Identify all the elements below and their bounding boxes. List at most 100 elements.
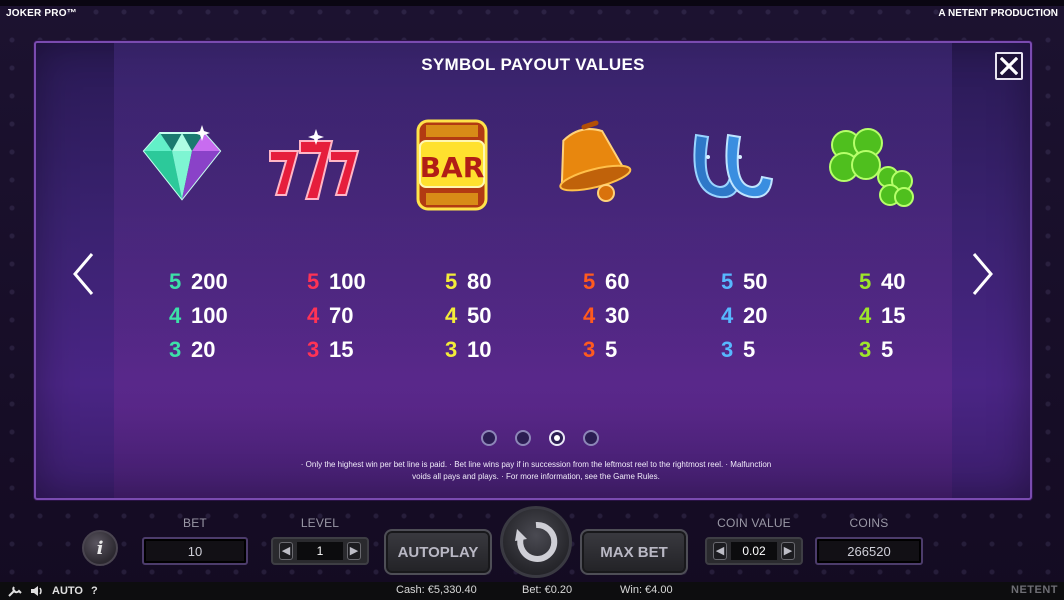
payout-column: 5 200 4 100 3 20: [169, 265, 269, 367]
paytable-panel: SYMBOL PAYOUT VALUES BAR 5 200 4 100 3 2…: [34, 41, 1032, 500]
symbol-count: 3: [583, 337, 596, 362]
payout-row: 5 60: [583, 265, 683, 299]
payout-column: 5 60 4 30 3 5: [583, 265, 683, 367]
paytable-title: SYMBOL PAYOUT VALUES: [421, 55, 645, 74]
symbol-count: 4: [307, 303, 320, 328]
game-screen: JOKER PRO™ A NETENT PRODUCTION SYMBOL PA…: [0, 0, 1064, 600]
payout-column: 5 50 4 20 3 5: [721, 265, 821, 367]
payout-value: 60: [605, 269, 630, 294]
producer-credit: A NETENT PRODUCTION: [938, 8, 1058, 19]
payout-row: 5 80: [445, 265, 545, 299]
payout-row: 35: [583, 333, 683, 367]
level-value: 1: [297, 542, 343, 560]
payout-row: 4 20: [721, 299, 821, 333]
symbol-count: 4: [169, 303, 182, 328]
coin-value-stepper: ◀ 0.02 ▶: [705, 537, 803, 565]
payout-row: 35: [859, 333, 959, 367]
spin-icon: [515, 521, 558, 562]
bell-icon: [559, 120, 632, 202]
cash-display: Cash: €5,330.40: [396, 584, 477, 596]
payout-row: 3 15: [307, 333, 407, 367]
coin-value-label: COIN VALUE: [717, 516, 791, 530]
footnote-line: · Only the highest win per bet line is p…: [300, 460, 772, 469]
max-bet-button[interactable]: MAX BET: [580, 529, 688, 575]
payout-value: 5: [881, 337, 894, 362]
page-dot[interactable]: [481, 430, 497, 446]
payout-value: 40: [881, 269, 906, 294]
help-button[interactable]: ?: [91, 585, 98, 597]
coins-value: 266520: [847, 543, 891, 559]
page-indicator: [481, 430, 601, 450]
level-increase-button[interactable]: ▶: [347, 542, 361, 560]
status-bar-tools: AUTO ?: [8, 584, 98, 598]
payout-value: 20: [743, 303, 768, 328]
diamond-icon: [142, 125, 222, 201]
spin-button[interactable]: [500, 506, 572, 578]
payout-row: 35: [721, 333, 821, 367]
coin-value: 0.02: [731, 542, 777, 560]
info-button[interactable]: i: [82, 530, 118, 566]
symbol-count: 4: [859, 303, 872, 328]
payout-value: 50: [467, 303, 492, 328]
payout-row: 5 100: [307, 265, 407, 299]
payout-value: 5: [605, 337, 618, 362]
symbol-count: 5: [583, 269, 596, 294]
symbol-count: 5: [859, 269, 872, 294]
horseshoe-icon: [693, 133, 774, 199]
triple-seven-icon: [269, 129, 360, 200]
payout-value: 70: [329, 303, 354, 328]
previous-page-button[interactable]: [70, 251, 96, 297]
coin-value-increase-button[interactable]: ▶: [781, 542, 795, 560]
payout-row: 4 50: [445, 299, 545, 333]
payout-row: 4 100: [169, 299, 269, 333]
symbol-count: 3: [721, 337, 734, 362]
info-icon: i: [96, 537, 104, 559]
payout-row: 3 20: [169, 333, 269, 367]
settings-icon[interactable]: [8, 585, 22, 597]
level-decrease-button[interactable]: ◀: [279, 542, 293, 560]
status-bar: AUTO ? Cash: €5,330.40 Bet: €0.20 Win: €…: [0, 582, 1064, 600]
symbol-count: 3: [445, 337, 458, 362]
symbol-count: 3: [307, 337, 320, 362]
page-dot[interactable]: [549, 430, 565, 446]
sound-icon[interactable]: [30, 585, 44, 597]
bet-label: BET: [183, 516, 207, 530]
payout-value: 100: [191, 303, 228, 328]
bet-display: Bet: €0.20: [522, 584, 573, 596]
win-display: Win: €4.00: [620, 584, 673, 596]
autoplay-button[interactable]: AUTOPLAY: [384, 529, 492, 575]
footnote-line: voids all pays and plays. · For more inf…: [412, 472, 660, 481]
payout-value: 20: [191, 337, 216, 362]
symbol-count: 5: [307, 269, 320, 294]
payout-value: 100: [329, 269, 366, 294]
bet-value-display: 10: [142, 537, 248, 565]
symbol-count: 5: [721, 269, 734, 294]
symbol-count: 3: [169, 337, 182, 362]
paytable-footnote: · Only the highest win per bet line is p…: [216, 459, 856, 483]
close-button[interactable]: [995, 52, 1023, 80]
symbol-count: 3: [859, 337, 872, 362]
symbol-count: 5: [169, 269, 182, 294]
auto-button[interactable]: AUTO: [52, 585, 83, 597]
symbol-count: 5: [445, 269, 458, 294]
payout-value: 5: [743, 337, 756, 362]
game-title: JOKER PRO™: [6, 8, 77, 19]
symbol-count: 4: [445, 303, 458, 328]
clover-icon: [829, 128, 914, 207]
next-page-button[interactable]: [970, 251, 996, 297]
payout-row: 3 10: [445, 333, 545, 367]
coin-value-decrease-button[interactable]: ◀: [713, 542, 727, 560]
level-stepper: ◀ 1 ▶: [271, 537, 369, 565]
payout-row: 4 70: [307, 299, 407, 333]
svg-text:BAR: BAR: [420, 151, 485, 184]
payout-column: 5 80 4 50 3 10: [445, 265, 545, 367]
payout-column: 5 40 4 15 3 5: [859, 265, 959, 367]
bet-value: 10: [187, 543, 203, 559]
symbol-count: 4: [721, 303, 734, 328]
page-dot[interactable]: [515, 430, 531, 446]
page-dot[interactable]: [583, 430, 599, 446]
bar-icon: BAR: [416, 119, 488, 211]
payout-row: 4 30: [583, 299, 683, 333]
payout-value: 200: [191, 269, 228, 294]
autoplay-label: AUTOPLAY: [397, 543, 479, 561]
